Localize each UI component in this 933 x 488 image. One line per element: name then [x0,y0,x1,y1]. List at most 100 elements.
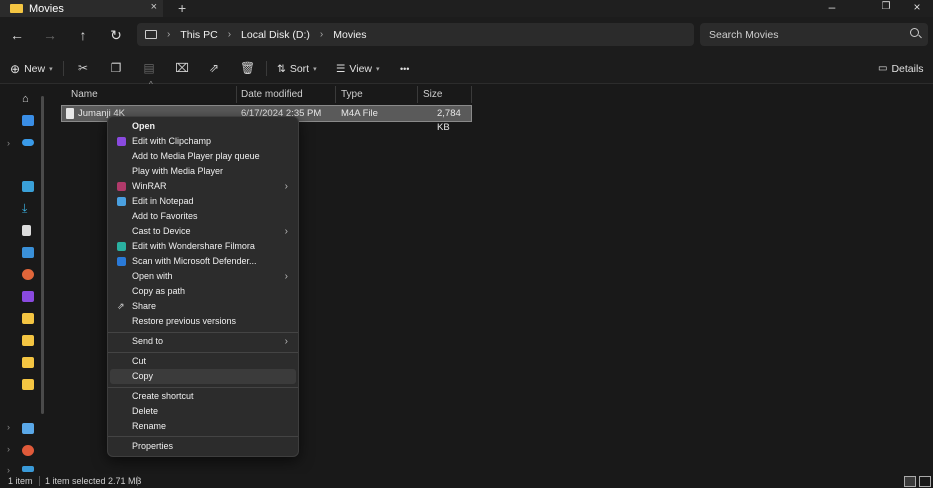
copy-icon[interactable]: ❐ [109,61,123,75]
share-icon[interactable]: ⇗ [207,61,221,75]
menu-item-share[interactable]: ⇗ Share [110,299,296,314]
details-view-icon[interactable] [904,476,916,487]
sidebar-scrollbar[interactable] [41,96,44,414]
chevron-down-icon: ▾ [49,65,53,73]
menu-item-play-media-player[interactable]: Play with Media Player [110,164,296,179]
back-button[interactable]: ← [7,26,27,44]
menu-item-restore-versions[interactable]: Restore previous versions [110,314,296,329]
tiles-view-icon[interactable] [919,476,931,487]
forward-button[interactable]: → [40,26,60,44]
column-separator[interactable] [471,86,472,103]
sort-button[interactable]: ⇅ Sort ▾ [277,60,317,77]
more-options-button[interactable]: ••• [400,60,409,77]
folder-icon[interactable] [22,357,34,368]
plus-circle-icon: ⊕ [10,61,21,76]
folder-icon[interactable] [22,313,34,324]
rename-icon[interactable]: ⌧ [175,61,189,75]
chevron-right-icon: › [284,181,288,192]
chevron-right-icon[interactable]: › [7,444,10,454]
up-button[interactable]: ↑ [73,26,93,44]
breadcrumb-separator[interactable]: › [228,29,231,40]
item-count: 1 item [8,476,33,486]
new-button[interactable]: ⊕ New ▾ [10,60,53,77]
this-pc-icon [145,30,157,39]
menu-item-cast-to-device[interactable]: Cast to Device › [110,224,296,239]
downloads-icon[interactable]: ⤓ [22,202,34,214]
chevron-right-icon[interactable]: › [7,422,10,432]
cut-icon[interactable]: ✂ [76,61,90,75]
details-button[interactable]: ▭ Details [878,60,924,77]
breadcrumb-this-pc[interactable]: This PC [180,29,217,41]
desktop-icon[interactable] [22,181,34,192]
minimize-button[interactable]: – [812,0,852,17]
clipchamp-icon [117,137,126,146]
title-bar: Movies × + – ❐ × [0,0,933,17]
menu-item-open[interactable]: Open [110,119,296,134]
menu-item-winrar[interactable]: WinRAR › [110,179,296,194]
documents-icon[interactable] [22,225,31,236]
menu-label: Share [132,301,157,311]
home-icon[interactable]: ⌂ [22,94,34,105]
column-type[interactable]: Type [337,87,363,103]
menu-item-add-to-queue[interactable]: Add to Media Player play queue [110,149,296,164]
close-window-button[interactable]: × [897,0,933,17]
new-tab-button[interactable]: + [178,0,186,16]
menu-item-edit-clipchamp[interactable]: Edit with Clipchamp [110,134,296,149]
folder-icon[interactable] [22,379,34,390]
menu-item-properties[interactable]: Properties [110,439,296,454]
file-type: M4A File [341,108,378,119]
status-divider [137,476,138,486]
delete-icon[interactable]: 🗑 [240,61,255,75]
pictures-icon[interactable] [22,247,34,258]
chevron-right-icon[interactable]: › [7,138,10,148]
menu-label: Add to Favorites [132,211,198,221]
notepad-icon [117,197,126,206]
menu-item-cut[interactable]: Cut [110,354,296,369]
menu-label: Edit with Wondershare Filmora [132,241,255,251]
menu-item-edit-filmora[interactable]: Edit with Wondershare Filmora [110,239,296,254]
refresh-button[interactable]: ↻ [106,26,126,44]
view-button[interactable]: ☰ View ▾ [336,60,380,77]
column-name[interactable]: Name [67,87,98,103]
column-separator[interactable] [417,86,418,103]
folder-icon [10,4,23,13]
menu-item-send-to[interactable]: Send to › [110,334,296,349]
menu-item-scan-defender[interactable]: Scan with Microsoft Defender... [110,254,296,269]
music-icon[interactable] [22,269,34,280]
breadcrumb-local-disk[interactable]: Local Disk (D:) [241,29,310,41]
tab-movies[interactable]: Movies × [0,0,163,17]
search-input[interactable]: Search Movies [709,29,778,41]
paste-icon[interactable]: ▤ [142,61,156,75]
breadcrumb-separator[interactable]: › [320,29,323,40]
menu-item-edit-notepad[interactable]: Edit in Notepad [110,194,296,209]
menu-item-add-favorites[interactable]: Add to Favorites [110,209,296,224]
menu-item-copy-as-path[interactable]: Copy as path [110,284,296,299]
tab-close-button[interactable]: × [151,1,157,13]
address-bar[interactable]: › This PC › Local Disk (D:) › Movies [137,23,694,46]
column-separator[interactable] [335,86,336,103]
chevron-right-icon: › [284,336,288,347]
menu-item-open-with[interactable]: Open with › [110,269,296,284]
view-label: View [349,62,372,75]
breadcrumb-separator[interactable]: › [167,29,170,40]
menu-separator [108,352,298,353]
menu-item-copy[interactable]: Copy [110,369,296,384]
onedrive-icon[interactable] [22,139,34,146]
drive-icon[interactable] [22,445,34,456]
menu-item-rename[interactable]: Rename [110,419,296,434]
menu-label: Restore previous versions [132,316,237,326]
this-pc-icon[interactable] [22,423,34,434]
column-size[interactable]: Size [419,87,442,103]
folder-icon[interactable] [22,335,34,346]
chevron-down-icon: ▾ [376,65,380,73]
gallery-icon[interactable] [22,115,34,126]
menu-item-delete[interactable]: Delete [110,404,296,419]
file-size: 2,784 KB [437,108,461,133]
breadcrumb-movies[interactable]: Movies [333,29,366,41]
menu-label: Properties [132,441,174,451]
menu-item-create-shortcut[interactable]: Create shortcut [110,389,296,404]
network-icon[interactable] [22,466,34,472]
search-box[interactable]: Search Movies [700,23,928,46]
videos-icon[interactable] [22,291,34,302]
column-date-modified[interactable]: Date modified [237,87,303,103]
